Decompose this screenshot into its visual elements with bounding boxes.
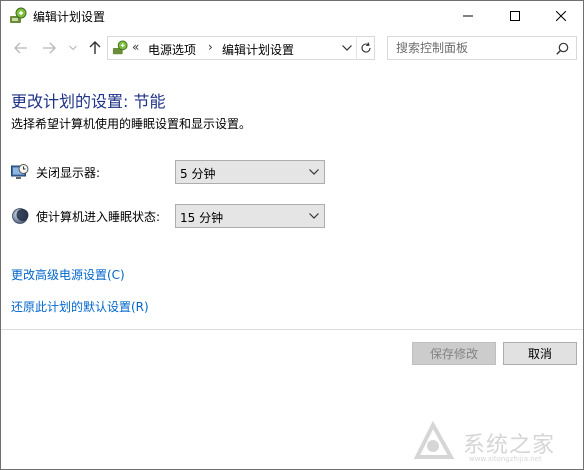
search-icon xyxy=(555,42,568,55)
window: 编辑计划设置 « 电源选项 › 编辑计划设置 搜索控制面板 更改计划的设置: 节… xyxy=(0,0,584,470)
maximize-button[interactable] xyxy=(492,1,538,31)
page-title: 更改计划的设置: 节能 xyxy=(11,92,166,111)
breadcrumb-chevron-icon: › xyxy=(208,40,213,54)
turn-off-display-value: 5 分钟 xyxy=(180,167,216,181)
back-button[interactable] xyxy=(11,38,31,58)
minimize-button[interactable] xyxy=(445,1,491,31)
sleep-label: 使计算机进入睡眠状态: xyxy=(36,210,161,224)
search-input[interactable] xyxy=(396,40,546,56)
minimize-icon xyxy=(463,15,473,17)
sleep-select[interactable]: 15 分钟 xyxy=(175,204,325,228)
turn-off-display-label: 关闭显示器: xyxy=(36,166,101,180)
page-description: 选择希望计算机使用的睡眠设置和显示设置。 xyxy=(11,117,252,131)
power-options-icon xyxy=(9,7,27,25)
refresh-button[interactable] xyxy=(356,37,374,59)
breadcrumb-item-edit-plan[interactable]: 编辑计划设置 xyxy=(222,41,294,58)
title-bar[interactable]: 编辑计划设置 xyxy=(1,1,583,31)
watermark-logo-icon xyxy=(413,420,455,459)
advanced-power-settings-link[interactable]: 更改高级电源设置(C) xyxy=(11,266,125,283)
turn-off-display-select[interactable]: 5 分钟 xyxy=(175,160,325,184)
setting-row-turn-off-display: 关闭显示器: 5 分钟 xyxy=(11,160,331,184)
window-title: 编辑计划设置 xyxy=(33,10,106,24)
arrow-up-icon xyxy=(89,41,101,54)
address-dropdown-button[interactable] xyxy=(338,37,356,59)
navigation-bar: « 电源选项 › 编辑计划设置 xyxy=(1,31,583,65)
forward-button[interactable] xyxy=(39,38,59,58)
close-icon xyxy=(556,11,566,21)
setting-row-sleep: 使计算机进入睡眠状态: 15 分钟 xyxy=(11,204,331,228)
refresh-icon xyxy=(361,42,371,53)
watermark-url: www.xitongzhijia.net xyxy=(469,455,542,463)
arrow-left-icon xyxy=(14,42,27,54)
chevron-down-icon xyxy=(309,169,319,175)
breadcrumb-item-power-options[interactable]: 电源选项 xyxy=(148,41,196,58)
close-button[interactable] xyxy=(538,1,584,31)
cancel-button[interactable]: 取消 xyxy=(503,342,577,365)
address-bar[interactable]: « 电源选项 › 编辑计划设置 xyxy=(107,36,375,60)
save-changes-button[interactable]: 保存修改 xyxy=(412,342,496,365)
arrow-right-icon xyxy=(43,42,56,54)
watermark: 系统之家 www.xitongzhijia.net xyxy=(409,417,579,467)
restore-defaults-link[interactable]: 还原此计划的默认设置(R) xyxy=(11,298,149,315)
search-button[interactable] xyxy=(552,39,572,57)
recent-locations-button[interactable] xyxy=(63,38,83,58)
up-button[interactable] xyxy=(85,38,105,58)
moon-icon xyxy=(11,207,29,225)
footer-divider xyxy=(1,329,583,330)
monitor-clock-icon xyxy=(11,163,29,181)
maximize-icon xyxy=(510,11,520,21)
chevron-down-icon xyxy=(342,45,352,51)
search-box[interactable] xyxy=(387,36,577,60)
power-options-icon xyxy=(112,40,128,56)
breadcrumb-overflow[interactable]: « xyxy=(132,40,139,54)
sleep-value: 15 分钟 xyxy=(180,211,224,225)
chevron-down-icon xyxy=(309,213,319,219)
chevron-down-icon xyxy=(69,45,77,51)
